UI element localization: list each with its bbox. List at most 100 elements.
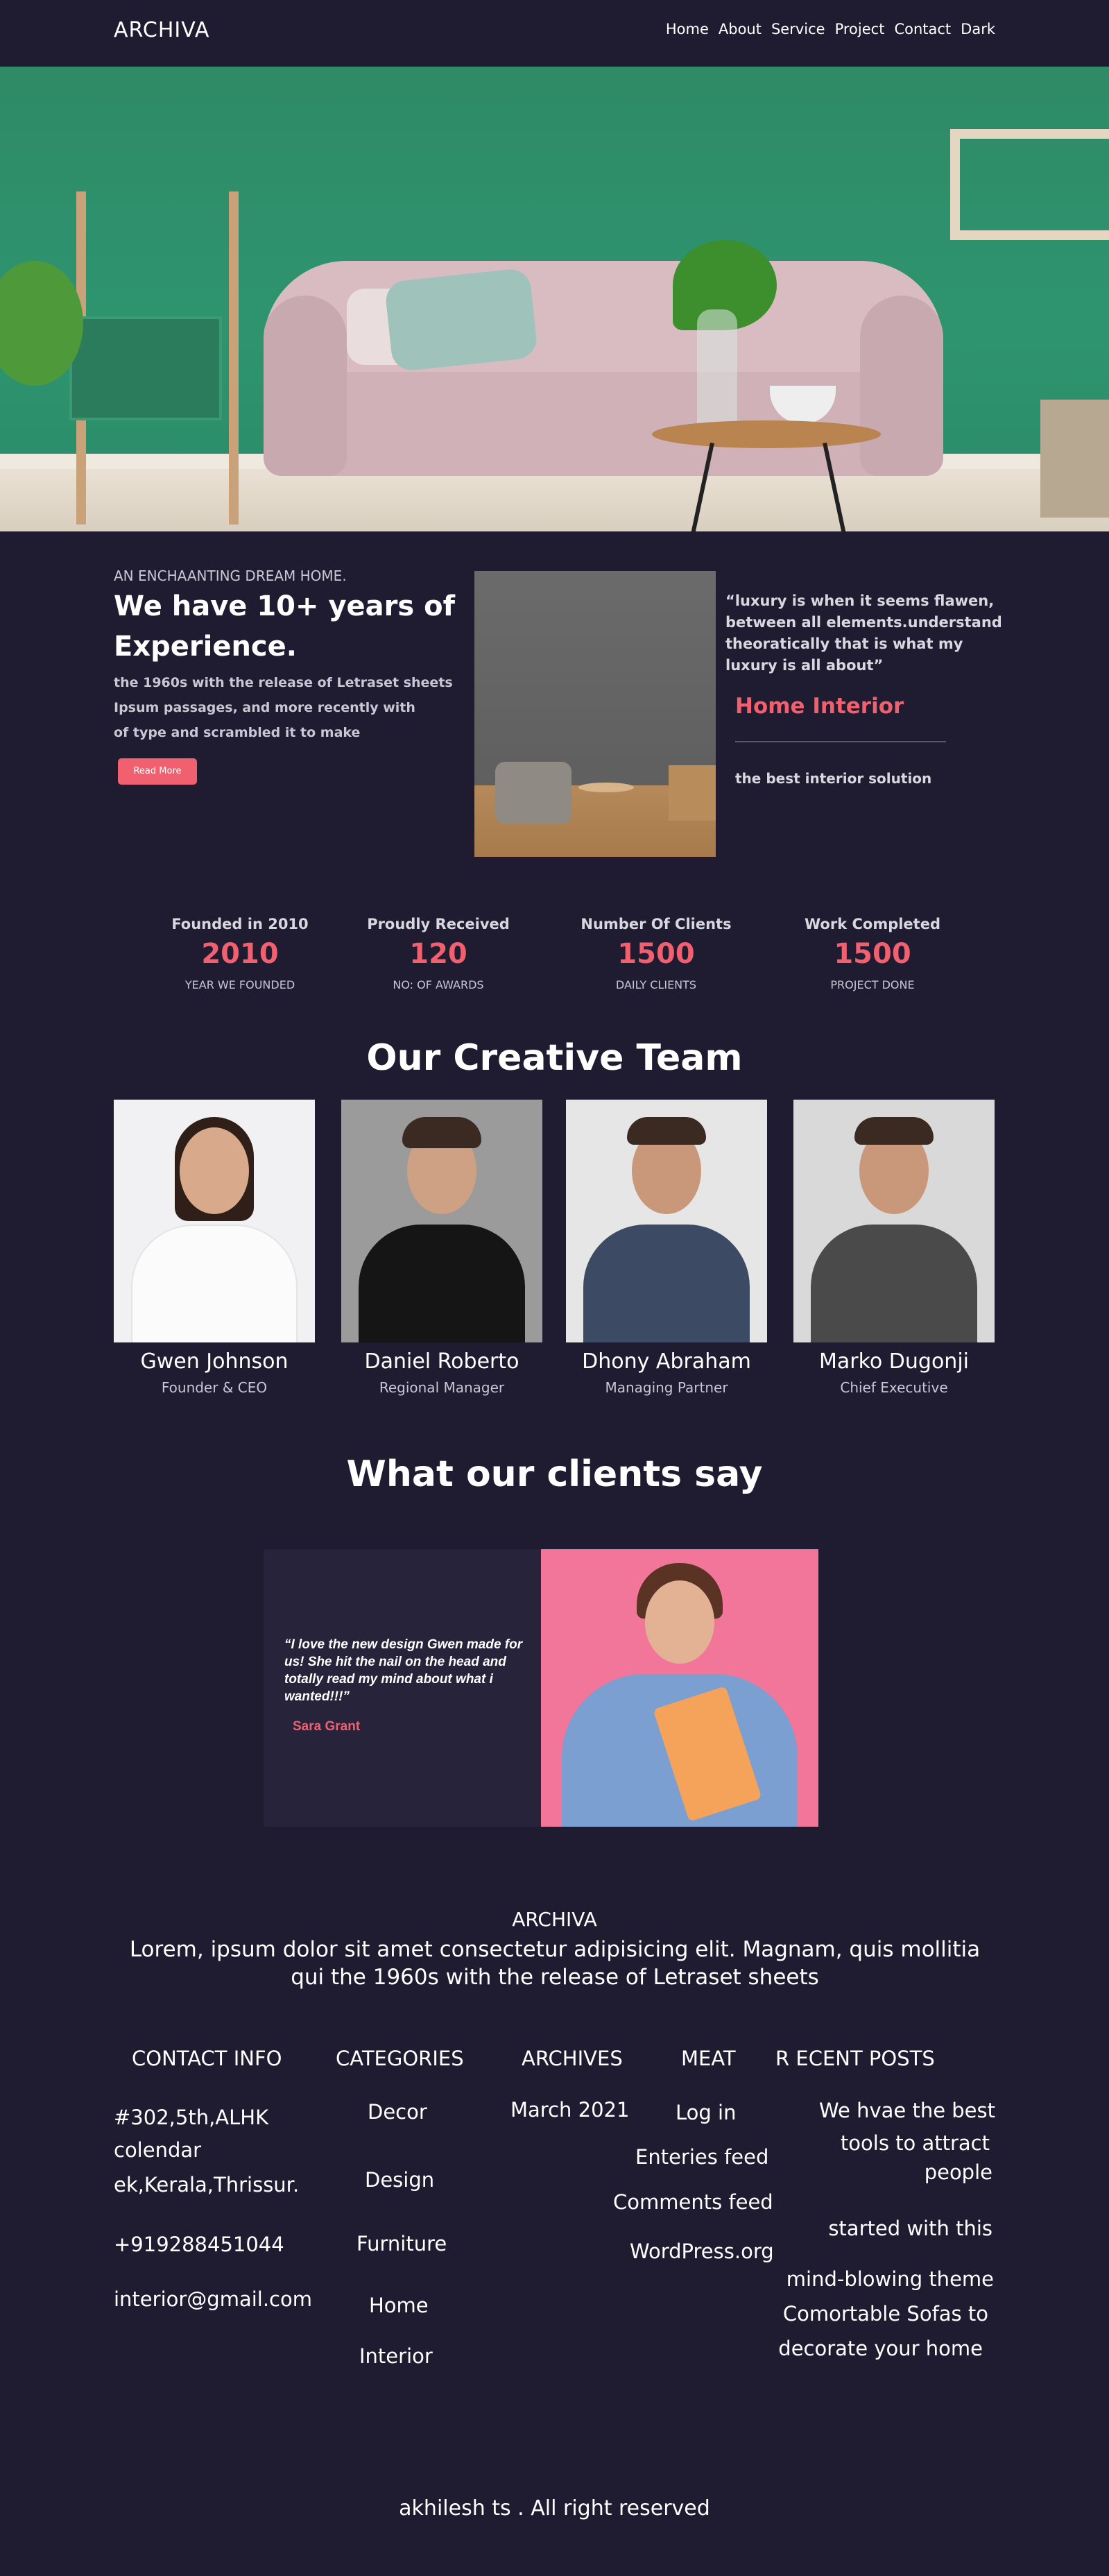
testimonial-quote: “I love the new design Gwen made for us!…: [284, 1637, 523, 1704]
contact-email[interactable]: interior@gmail.com: [114, 2287, 312, 2311]
ladder-shelf-right: [229, 191, 239, 524]
stat-value: 2010: [201, 938, 279, 970]
stat-title: Number Of Clients: [581, 916, 732, 932]
hair: [627, 1117, 706, 1145]
member-name: Dhony Abraham: [582, 1349, 751, 1374]
team-photo: [114, 1100, 315, 1342]
team-photo: [566, 1100, 767, 1342]
archive-link-march-2021[interactable]: March 2021: [510, 2098, 629, 2122]
woven-basket: [1040, 400, 1109, 518]
contact-address: ek,Kerala,Thrissur.: [114, 2173, 300, 2197]
testimonial-photo: [541, 1549, 818, 1827]
stat-awards: Proudly Received 120 NO: OF AWARDS: [348, 916, 528, 991]
testimonials-title: What our clients say: [346, 1453, 763, 1495]
nav-service[interactable]: Service: [771, 21, 825, 37]
member-role: Founder & CEO: [161, 1379, 268, 1396]
nav-contact[interactable]: Contact: [894, 21, 951, 37]
testimonial-text-panel: “I love the new design Gwen made for us!…: [264, 1549, 541, 1827]
contact-address: #302,5th,ALHK: [114, 2106, 269, 2129]
category-link-design[interactable]: Design: [365, 2168, 434, 2192]
archives-heading: ARCHIVES: [522, 2047, 623, 2070]
category-link-home[interactable]: Home: [369, 2294, 429, 2317]
recent-post-line[interactable]: We hvae the best: [819, 2099, 995, 2122]
member-role: Regional Manager: [379, 1379, 505, 1396]
stat-clients: Number Of Clients 1500 DAILY CLIENTS: [566, 916, 746, 991]
face: [180, 1127, 249, 1214]
side-stool: [578, 783, 634, 792]
stat-value: 1500: [617, 938, 695, 970]
stat-founded: Founded in 2010 2010 YEAR WE FOUNDED: [150, 916, 330, 991]
sofa-arm-right: [860, 296, 943, 476]
about-text-line: of type and scrambled it to make: [114, 725, 361, 740]
team-member-card: Gwen Johnson Founder & CEO: [114, 1100, 315, 1396]
wall-shelf: [950, 129, 1109, 240]
team-member-card: Dhony Abraham Managing Partner: [566, 1100, 767, 1396]
face: [645, 1580, 714, 1664]
main-menu: Home About Service Project Contact Dark: [666, 21, 995, 37]
recent-post-line[interactable]: tools to attract: [841, 2131, 990, 2155]
recent-posts-heading: R ECENT POSTS: [775, 2047, 935, 2070]
footer-description: Lorem, ipsum dolor sit amet consectetur …: [129, 1937, 981, 1990]
jacket: [811, 1225, 977, 1342]
member-name: Daniel Roberto: [364, 1349, 519, 1374]
quote-subtitle: the best interior solution: [735, 770, 932, 787]
team-member-card: Marko Dugonji Chief Executive: [793, 1100, 995, 1396]
member-role: Managing Partner: [605, 1379, 728, 1396]
footer-brand: ARCHIVA: [512, 1908, 597, 1931]
side-cabinet: [669, 765, 716, 821]
nav-project[interactable]: Project: [835, 21, 885, 37]
testimonial-card: “I love the new design Gwen made for us!…: [264, 1549, 818, 1827]
category-link-interior[interactable]: Interior: [359, 2344, 433, 2368]
quote-title: Home Interior: [735, 694, 904, 719]
team-photo: [793, 1100, 995, 1342]
contact-phone[interactable]: +919288451044: [114, 2233, 284, 2256]
sofa-arm-left: [264, 296, 347, 476]
category-link-decor[interactable]: Decor: [368, 2100, 427, 2124]
suit: [359, 1225, 525, 1342]
about-room-image: [474, 571, 716, 857]
stat-projects: Work Completed 1500 PROJECT DONE: [782, 916, 963, 991]
stat-subtitle: PROJECT DONE: [830, 978, 915, 991]
contact-heading: CONTACT INFO: [132, 2047, 282, 2070]
stat-subtitle: DAILY CLIENTS: [615, 978, 697, 991]
about-title: We have 10+ years of Experience.: [114, 590, 455, 663]
recent-post-line[interactable]: people: [925, 2160, 992, 2184]
about-kicker: AN ENCHAANTING DREAM HOME.: [114, 568, 347, 584]
meta-link-comments-feed[interactable]: Comments feed: [613, 2190, 773, 2214]
pillow-teal: [384, 267, 539, 373]
shirt: [583, 1225, 750, 1342]
glass-vase: [697, 309, 737, 427]
member-name: Gwen Johnson: [140, 1349, 289, 1374]
top-navbar: ARCHIVA Home About Service Project Conta…: [0, 0, 1109, 67]
nav-dark-toggle[interactable]: Dark: [961, 21, 995, 37]
stat-value: 120: [409, 938, 467, 970]
recent-post-line[interactable]: mind-blowing theme: [786, 2267, 994, 2291]
category-link-furniture[interactable]: Furniture: [356, 2232, 447, 2255]
stat-subtitle: NO: OF AWARDS: [393, 978, 484, 991]
coffee-table: [652, 420, 881, 448]
meta-heading: MEAT: [681, 2047, 736, 2070]
meta-link-wordpress[interactable]: WordPress.org: [630, 2240, 774, 2263]
brand-logo[interactable]: ARCHIVA: [114, 18, 209, 42]
blazer: [131, 1225, 298, 1342]
member-name: Marko Dugonji: [819, 1349, 969, 1374]
about-text-line: Ipsum passages, and more recently with: [114, 700, 415, 715]
hair: [854, 1117, 934, 1145]
nav-home[interactable]: Home: [666, 21, 709, 37]
hair: [402, 1117, 481, 1148]
read-more-button[interactable]: Read More: [118, 758, 197, 785]
armchair: [495, 762, 571, 824]
recent-post-line[interactable]: started with this: [828, 2217, 992, 2240]
recent-post-line[interactable]: decorate your home: [778, 2337, 983, 2360]
about-quote: “luxury is when it seems flawen, between…: [725, 592, 1002, 674]
team-photo: [341, 1100, 542, 1342]
stat-title: Work Completed: [805, 916, 940, 932]
testimonial-author: Sara Grant: [293, 1719, 361, 1734]
hero-floor: [0, 469, 1109, 531]
nav-about[interactable]: About: [719, 21, 762, 37]
recent-post-line[interactable]: Comortable Sofas to: [783, 2302, 988, 2326]
green-cabinet: [69, 316, 222, 420]
meta-link-login[interactable]: Log in: [676, 2101, 736, 2124]
hero-image: [0, 67, 1109, 531]
meta-link-entries-feed[interactable]: Enteries feed: [635, 2145, 768, 2169]
